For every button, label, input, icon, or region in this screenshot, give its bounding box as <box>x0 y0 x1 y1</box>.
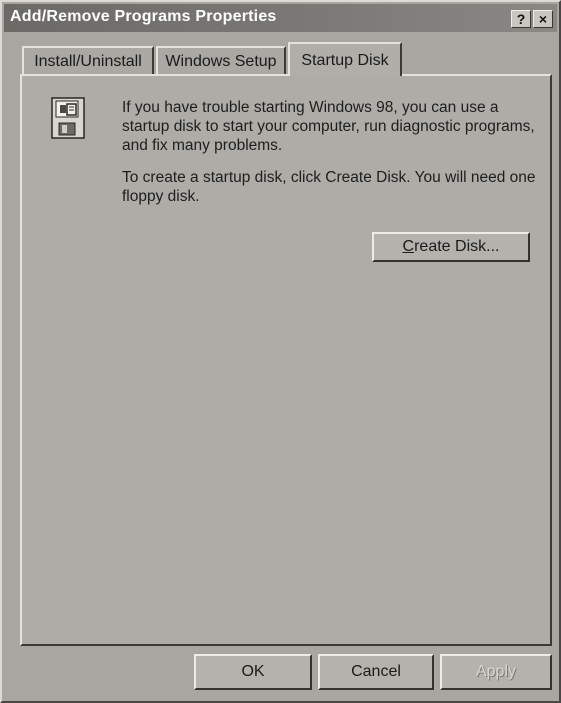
help-button[interactable]: ? <box>511 10 531 28</box>
window-title: Add/Remove Programs Properties <box>10 8 277 25</box>
tab-windows-setup[interactable]: Windows Setup <box>156 46 286 74</box>
tab-label: Windows Setup <box>165 53 277 70</box>
apply-label: Apply <box>475 663 517 680</box>
tab-label: Install/Uninstall <box>34 53 142 70</box>
tab-label: Startup Disk <box>301 52 389 69</box>
instruction-text: To create a startup disk, click Create D… <box>122 169 536 205</box>
tab-install-uninstall[interactable]: Install/Uninstall <box>22 46 154 74</box>
close-button[interactable]: × <box>533 10 553 28</box>
tab-startup-disk[interactable]: Startup Disk <box>288 42 402 76</box>
create-disk-accelerator: C <box>402 238 415 255</box>
create-disk-button[interactable]: Create Disk... <box>372 232 530 262</box>
ok-label: OK <box>241 663 265 680</box>
properties-dialog: Add/Remove Programs Properties ? × Insta… <box>0 0 561 703</box>
apply-button[interactable]: Apply <box>440 654 552 690</box>
startup-disk-icon <box>51 97 85 139</box>
title-bar[interactable]: Add/Remove Programs Properties ? × <box>4 4 557 32</box>
tab-panel-startup-disk: If you have trouble starting Windows 98,… <box>20 74 552 646</box>
cancel-label: Cancel <box>351 663 401 680</box>
cancel-button[interactable]: Cancel <box>318 654 434 690</box>
description-text: If you have trouble starting Windows 98,… <box>122 99 535 154</box>
create-disk-label: reate Disk... <box>414 238 500 255</box>
ok-button[interactable]: OK <box>194 654 312 690</box>
